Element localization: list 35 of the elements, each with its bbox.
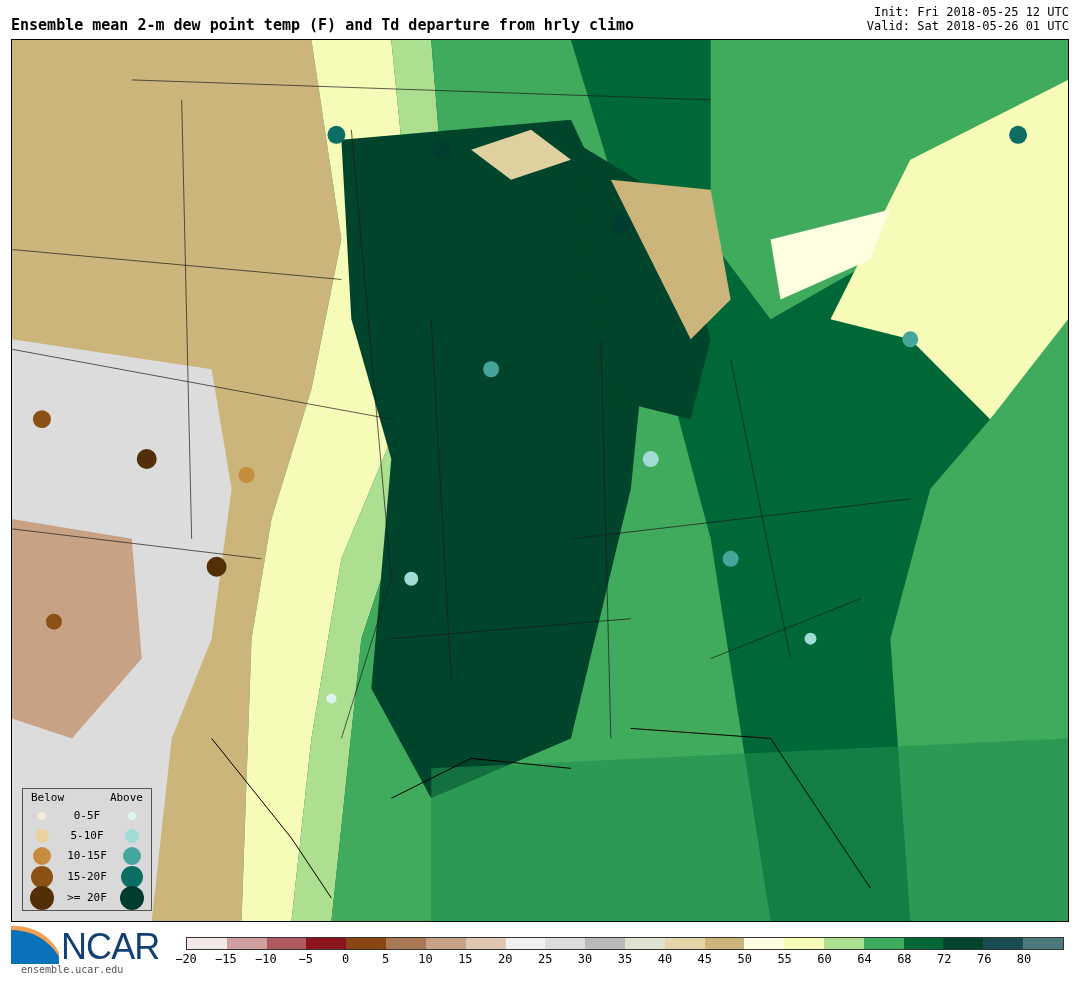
legend-label: 15-20F bbox=[66, 868, 108, 885]
init-time: Init: Fri 2018-05-25 12 UTC bbox=[873, 5, 1069, 19]
colorbar-tick-label: 60 bbox=[817, 952, 832, 966]
colorbar-tick-label: 40 bbox=[657, 952, 673, 966]
colorbar-tick-label: 35 bbox=[617, 952, 633, 966]
legend-heading: Above bbox=[109, 789, 143, 806]
colorbar-tick-label: 30 bbox=[577, 952, 593, 966]
legend-label: 10-15F bbox=[66, 847, 108, 864]
colorbar-tick-label: 80 bbox=[1016, 952, 1032, 966]
colorbar-tick-label: 55 bbox=[777, 952, 792, 966]
colorbar-tick-label: −10 bbox=[254, 952, 277, 966]
legend-heading: Below bbox=[31, 789, 65, 806]
valid-time: Valid: Sat 2018-05-26 01 UTC bbox=[866, 19, 1069, 33]
colorbar-tick-label: 0 bbox=[342, 952, 350, 966]
logo-wordmark: NCAR bbox=[61, 930, 160, 964]
colorbar-tick-label: 20 bbox=[498, 952, 513, 966]
legend-label: >= 20F bbox=[66, 889, 108, 906]
colorbar-tick-label: 10 bbox=[418, 952, 433, 966]
colorbar-tick-label: 50 bbox=[737, 952, 752, 966]
legend-label: 5-10F bbox=[69, 827, 105, 844]
colorbar-tick-label: −5 bbox=[298, 952, 313, 966]
colorbar-tick-label: 76 bbox=[976, 952, 992, 966]
swoosh-icon bbox=[11, 926, 59, 964]
colorbar-tick-label: 25 bbox=[537, 952, 553, 966]
colorbar-tick-label: 45 bbox=[697, 952, 713, 966]
colorbar-tick-label: 64 bbox=[857, 952, 872, 966]
colorbar-tick-label: 15 bbox=[458, 952, 473, 966]
colorbar-tick-label: −15 bbox=[215, 952, 237, 966]
site-url: ensemble.ucar.edu bbox=[20, 964, 125, 976]
colorbar-tick-label: 72 bbox=[937, 952, 952, 966]
colorbar-tick-label: 5 bbox=[381, 952, 390, 966]
legend-label: 0-5F bbox=[72, 807, 102, 824]
colorbar-tick-label: 68 bbox=[897, 952, 912, 966]
chart-title: Ensemble mean 2-m dew point temp (F) and Td departure from hrly climo bbox=[11, 18, 635, 33]
colorbar-tick-label: −20 bbox=[175, 952, 197, 966]
